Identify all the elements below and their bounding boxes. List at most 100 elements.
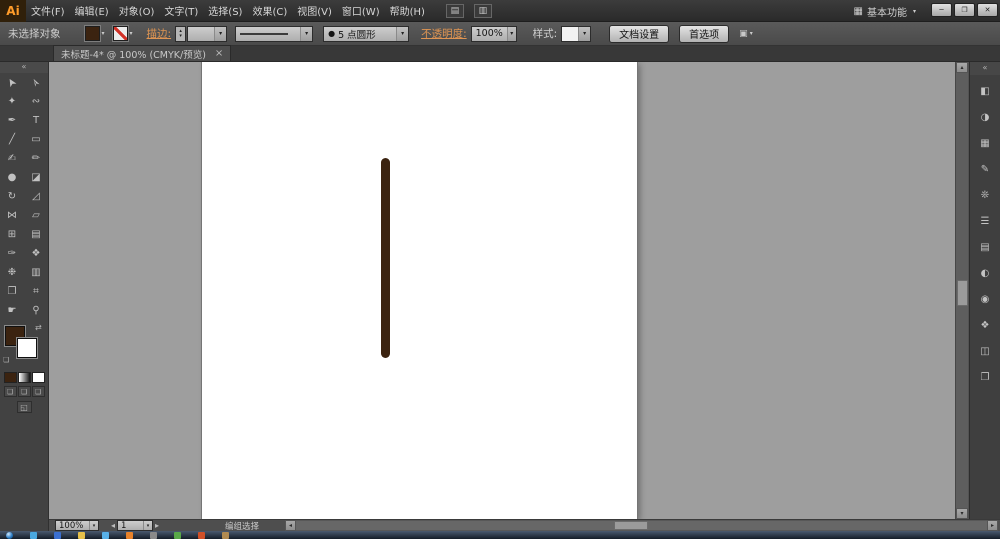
chevron-down-icon[interactable]: ▾	[143, 521, 152, 530]
brush-definition-dropdown[interactable]: ● 5 点圆形 ▾	[323, 26, 409, 42]
artboards-panel-icon[interactable]: ❐	[974, 368, 996, 387]
taskbar-app-icon-3[interactable]	[78, 532, 85, 539]
previous-artboard-icon[interactable]: ◂	[109, 521, 117, 530]
draw-behind-icon[interactable]: ❏	[18, 386, 31, 397]
chevron-down-icon[interactable]: ▾	[507, 27, 516, 41]
type-tool[interactable]: T	[24, 111, 48, 130]
draw-normal-icon[interactable]: ❏	[4, 386, 17, 397]
stroke-caret-icon[interactable]: ▾	[130, 30, 133, 37]
stroke-panel-link[interactable]: 描边:	[147, 26, 172, 41]
eraser-tool[interactable]: ◪	[24, 168, 48, 187]
zoom-dropdown[interactable]: 100% ▾	[55, 520, 99, 531]
appearance-panel-icon[interactable]: ◉	[974, 290, 996, 309]
artboard-navigation-field[interactable]: 1 ▾	[117, 520, 153, 531]
artboard[interactable]	[202, 62, 637, 519]
width-profile-dropdown[interactable]: ▾	[235, 26, 313, 42]
selection-tool[interactable]: ➤	[0, 73, 24, 92]
taskbar-app-icon-5[interactable]	[126, 532, 133, 539]
default-fill-stroke-icon[interactable]: ❏	[3, 356, 9, 364]
menubar-item-6[interactable]: 效果(C)	[247, 0, 292, 22]
horizontal-scrollbar[interactable]: ◂ ▸	[285, 520, 998, 531]
arrange-documents-icon[interactable]: ▤	[446, 4, 464, 18]
taskbar-app-icon-4[interactable]	[102, 532, 109, 539]
vertical-scrollbar-thumb[interactable]	[957, 280, 968, 306]
direct-selection-tool[interactable]: ➢	[24, 73, 48, 92]
stroke-weight-dropdown[interactable]: ▾	[187, 26, 227, 42]
chevron-down-icon[interactable]: ▾	[750, 30, 753, 37]
menubar-item-1[interactable]: 文件(F)	[26, 0, 70, 22]
taskbar-app-icon-7[interactable]	[174, 532, 181, 539]
mesh-tool[interactable]: ⊞	[0, 225, 24, 244]
symbols-panel-icon[interactable]: ❊	[974, 186, 996, 205]
menubar-item-3[interactable]: 对象(O)	[114, 0, 160, 22]
menubar-item-4[interactable]: 文字(T)	[159, 0, 203, 22]
horizontal-scrollbar-track[interactable]	[296, 520, 987, 531]
stroke-color-swatch[interactable]	[113, 26, 128, 41]
layers-panel-icon[interactable]: ◫	[974, 342, 996, 361]
stroke-panel-icon[interactable]: ☰	[974, 212, 996, 231]
gradient-tool[interactable]: ▤	[24, 225, 48, 244]
vertical-scrollbar[interactable]: ▴ ▾	[955, 62, 968, 519]
taskbar-app-icon-9[interactable]	[222, 532, 229, 539]
menubar-item-5[interactable]: 选择(S)	[203, 0, 247, 22]
document-tab[interactable]: 未标题-4* @ 100% (CMYK/预览) ×	[53, 45, 231, 61]
magic-wand-tool[interactable]: ✦	[0, 92, 24, 111]
stepper-down-icon[interactable]: ▾	[179, 34, 182, 39]
horizontal-scrollbar-thumb[interactable]	[614, 521, 648, 530]
chevron-down-icon[interactable]: ▾	[300, 27, 312, 41]
swatches-panel-icon[interactable]: ▦	[974, 134, 996, 153]
draw-inside-icon[interactable]: ❏	[32, 386, 45, 397]
stroke-color-box[interactable]	[17, 338, 37, 358]
change-screen-mode-icon[interactable]: ◱	[17, 401, 32, 413]
chevron-down-icon[interactable]: ▾	[214, 27, 226, 41]
paintbrush-tool[interactable]: ✍	[0, 149, 24, 168]
free-transform-tool[interactable]: ▱	[24, 206, 48, 225]
color-guide-panel-icon[interactable]: ◑	[974, 108, 996, 127]
scroll-right-icon[interactable]: ▸	[987, 520, 998, 531]
start-button[interactable]	[6, 532, 13, 539]
width-tool[interactable]: ⋈	[0, 206, 24, 225]
pencil-tool[interactable]: ✏	[24, 149, 48, 168]
scale-tool[interactable]: ◿	[24, 187, 48, 206]
document-setup-button[interactable]: 文档设置	[609, 25, 669, 43]
gradient-button[interactable]	[18, 372, 31, 383]
restore-button[interactable]: ❐	[954, 3, 975, 17]
color-panel-icon[interactable]: ◧	[974, 82, 996, 101]
close-button[interactable]: ✕	[977, 3, 998, 17]
brushes-panel-icon[interactable]: ✎	[974, 160, 996, 179]
fill-caret-icon[interactable]: ▾	[102, 30, 105, 37]
symbol-sprayer-tool[interactable]: ❉	[0, 263, 24, 282]
eyedropper-tool[interactable]: ✑	[0, 244, 24, 263]
color-button[interactable]	[4, 372, 17, 383]
taskbar-app-icon-2[interactable]	[54, 532, 61, 539]
scroll-down-icon[interactable]: ▾	[956, 508, 968, 519]
next-artboard-icon[interactable]: ▸	[153, 521, 161, 530]
taskbar-app-icon-6[interactable]	[150, 532, 157, 539]
graphic-styles-panel-icon[interactable]: ❖	[974, 316, 996, 335]
pen-tool[interactable]: ✒	[0, 111, 24, 130]
rectangle-tool[interactable]: ▭	[24, 130, 48, 149]
line-segment-tool[interactable]: ╱	[0, 130, 24, 149]
blend-tool[interactable]: ❖	[24, 244, 48, 263]
chevron-down-icon[interactable]: ▾	[578, 27, 590, 41]
swap-fill-stroke-icon[interactable]: ⇄	[35, 323, 42, 332]
document-layout-icon[interactable]: ▥	[474, 4, 492, 18]
preferences-button[interactable]: 首选项	[679, 25, 729, 43]
stroke-weight-stepper[interactable]: ▴ ▾	[175, 26, 186, 42]
taskbar-app-icon-8[interactable]	[198, 532, 205, 539]
opacity-panel-link[interactable]: 不透明度:	[421, 26, 467, 41]
menubar-item-9[interactable]: 帮助(H)	[385, 0, 430, 22]
drawn-stroke-object[interactable]	[381, 158, 390, 358]
blob-brush-tool[interactable]: ●	[0, 168, 24, 187]
column-graph-tool[interactable]: ▥	[24, 263, 48, 282]
menubar-item-7[interactable]: 视图(V)	[292, 0, 337, 22]
transparency-panel-icon[interactable]: ◐	[974, 264, 996, 283]
none-button[interactable]	[32, 372, 45, 383]
rotate-tool[interactable]: ↻	[0, 187, 24, 206]
menubar-item-8[interactable]: 窗口(W)	[337, 0, 385, 22]
zoom-tool[interactable]: ⚲	[24, 301, 48, 320]
chevron-down-icon[interactable]: ▾	[396, 27, 408, 41]
tab-close-icon[interactable]: ×	[215, 49, 223, 59]
control-panel-menu-icon[interactable]: ▣	[739, 29, 748, 39]
style-dropdown[interactable]: ▾	[561, 26, 591, 42]
